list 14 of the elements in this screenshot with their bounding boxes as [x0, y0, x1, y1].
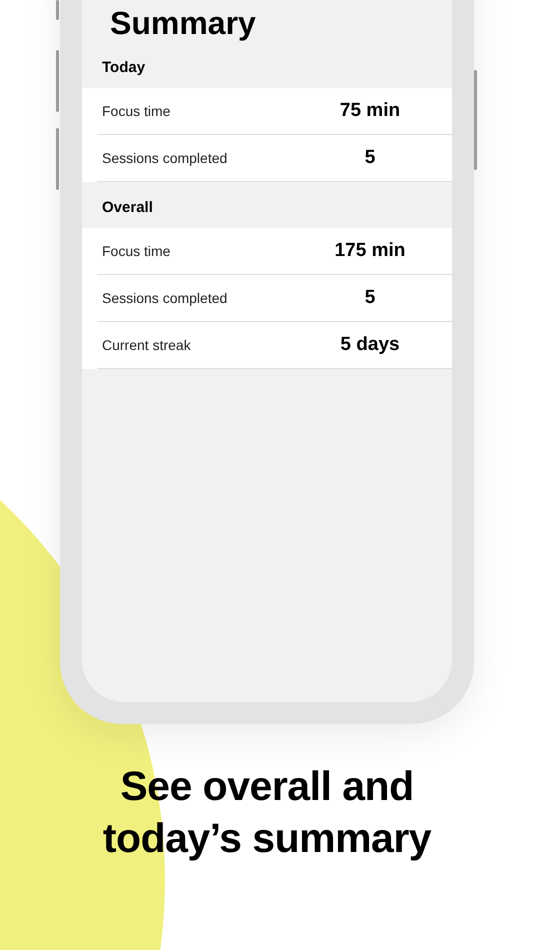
row-label: Focus time	[102, 102, 172, 121]
row-value: 5 days	[339, 333, 401, 358]
row-label: Sessions completed	[102, 148, 228, 168]
screen-title: Summary	[109, 4, 257, 42]
row-value: 75 min	[338, 99, 402, 124]
row-label: Current streak	[102, 336, 192, 355]
row-label: Sessions completed	[102, 288, 228, 308]
caption-heading: See overall and today’s summary	[102, 762, 432, 863]
section-heading: Overall	[101, 198, 154, 218]
section-heading: Today	[101, 58, 146, 78]
row-value: 5	[364, 286, 376, 310]
row-label: Focus time	[102, 242, 172, 261]
row-value: 5	[364, 146, 376, 170]
row-value: 175 min	[334, 239, 406, 264]
